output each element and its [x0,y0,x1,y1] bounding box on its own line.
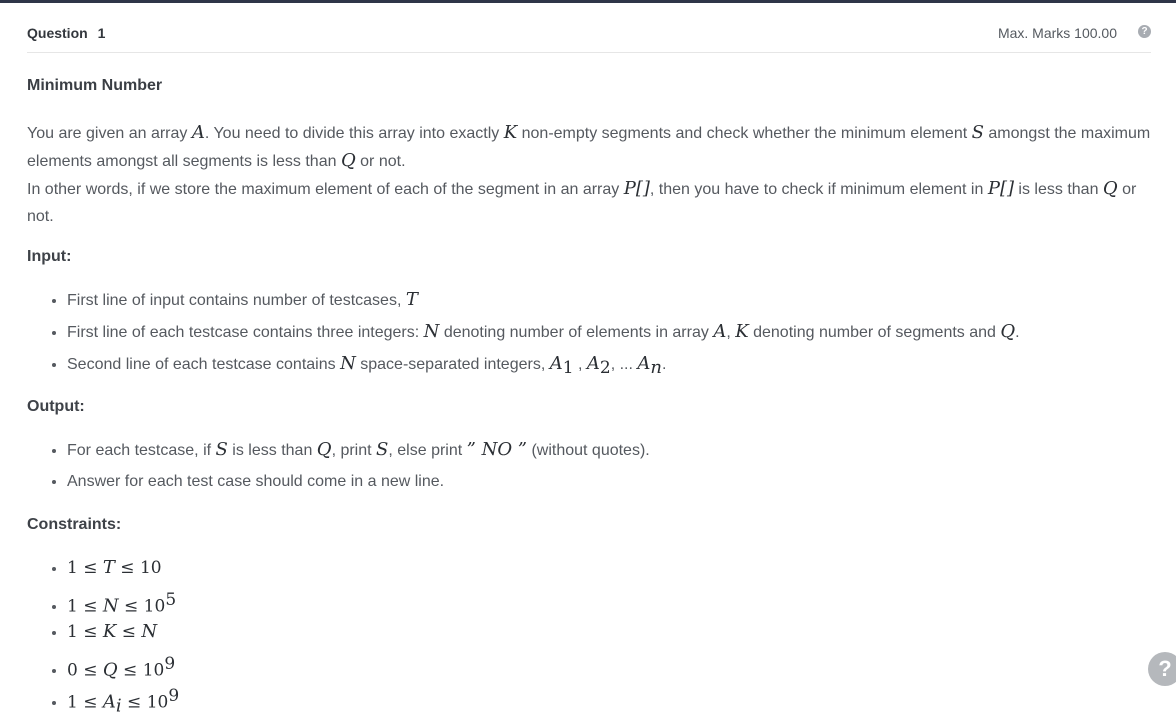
math-sub: 2 [599,358,611,379]
text: In other words, if we store the maximum … [27,181,624,198]
question-number: 1 [97,25,106,41]
math-var: S [376,439,389,460]
math: ≤ 10 [118,596,166,617]
math-var: N [102,595,119,617]
math: 0 ≤ [67,660,103,681]
text: First line of each testcase contains thr… [67,324,424,341]
text: For each testcase, if [67,442,216,459]
input-heading: Input: [27,248,72,265]
top-accent-bar [0,0,1176,3]
text: , else print [388,442,467,459]
math: ≤ 10 [121,692,169,713]
math-var: Q [316,439,332,460]
math-sub: n [650,357,662,379]
list-item: 0 ≤ Q ≤ 109 [67,648,179,680]
constraints-heading: Constraints: [27,516,122,533]
text: denoting number of elements in array [439,324,714,341]
text: non-empty segments and check whether the… [517,125,972,142]
math-var: A [102,691,116,713]
text: , print [331,442,377,459]
math-var: N [141,621,158,642]
text: space-separated integers, [355,356,550,373]
math-var: K [735,321,749,342]
math-var: Q [102,659,118,681]
constraints-list: 1 ≤ T ≤ 10 1 ≤ N ≤ 105 1 ≤ K ≤ N 0 ≤ Q ≤… [47,552,180,717]
question-title: Question 1 [27,25,105,41]
question-label: Question [27,25,88,41]
math-var: P[] [623,178,650,199]
text: denoting number of segments and [748,324,1001,341]
math-var: A [586,353,600,374]
math-var: A [549,353,563,374]
output-heading: Output: [27,398,85,415]
math-var: A [637,353,651,374]
max-marks: Max. Marks 100.00 [997,25,1117,41]
math-sub: 1 [562,358,574,379]
text: or not. [355,153,406,170]
math-var: P[] [987,178,1014,199]
math-var: K [503,122,518,143]
math: 1 ≤ [67,558,103,578]
math: ≤ 10 [114,558,162,578]
problem-statement: You are given an array A. You need to di… [27,119,1151,230]
output-list: For each testcase, if S is less than Q, … [47,434,650,498]
list-item: 1 ≤ N ≤ 105 [67,584,179,616]
list-item: Second line of each testcase contains N … [67,348,1020,380]
math: ≤ [116,622,142,642]
text: First line of input contains number of t… [67,292,406,309]
math-sup: 9 [164,654,176,674]
help-icon[interactable]: ? [1138,25,1151,38]
math: 1 ≤ [67,622,103,642]
text: , [726,324,736,341]
list-item: Answer for each test case should come in… [67,466,650,498]
problem-title: Minimum Number [27,77,163,94]
math-var: Q [340,150,356,171]
text: , ... [610,356,638,373]
text: . [1015,324,1020,341]
math-var: T [405,289,418,310]
text: You are given an array [27,125,192,142]
text: Second line of each testcase contains [67,356,341,373]
math-sup: 9 [168,686,180,706]
math-var: ” NO ” [466,439,527,460]
list-item: For each testcase, if S is less than Q, … [67,434,650,466]
text: is less than [1013,181,1103,198]
math: 1 ≤ [67,596,103,617]
math-var: N [423,321,440,342]
list-item: 1 ≤ K ≤ N [67,616,179,648]
math-var: T [102,557,115,578]
list-item: 1 ≤ Ai ≤ 109 [67,680,180,717]
text: . [661,356,667,373]
input-list: First line of input contains number of t… [47,284,1020,380]
text: , [573,356,587,373]
text: is less than [227,442,317,459]
list-item: 1 ≤ T ≤ 10 [67,552,179,584]
list-item: First line of input contains number of t… [67,284,1020,316]
question-header: Question 1 Max. Marks 100.00 ? [27,14,1151,53]
math-var: A [191,122,205,143]
floating-help-button[interactable]: ? [1148,652,1176,686]
math-sup: 5 [165,590,177,610]
text: (without quotes). [527,442,650,459]
math: 1 ≤ [67,692,103,713]
math-var: S [215,439,228,460]
math-var: K [102,621,117,642]
math-var: N [340,353,356,374]
list-item: First line of each testcase contains thr… [67,316,1020,348]
math-var: Q [1102,178,1118,199]
text: . You need to divide this array into exa… [204,125,504,142]
text: , then you have to check if minimum elem… [649,181,988,198]
math-var: S [971,122,984,143]
math-var: A [713,321,727,342]
math-var: Q [1000,321,1016,342]
math: ≤ 10 [117,660,165,681]
